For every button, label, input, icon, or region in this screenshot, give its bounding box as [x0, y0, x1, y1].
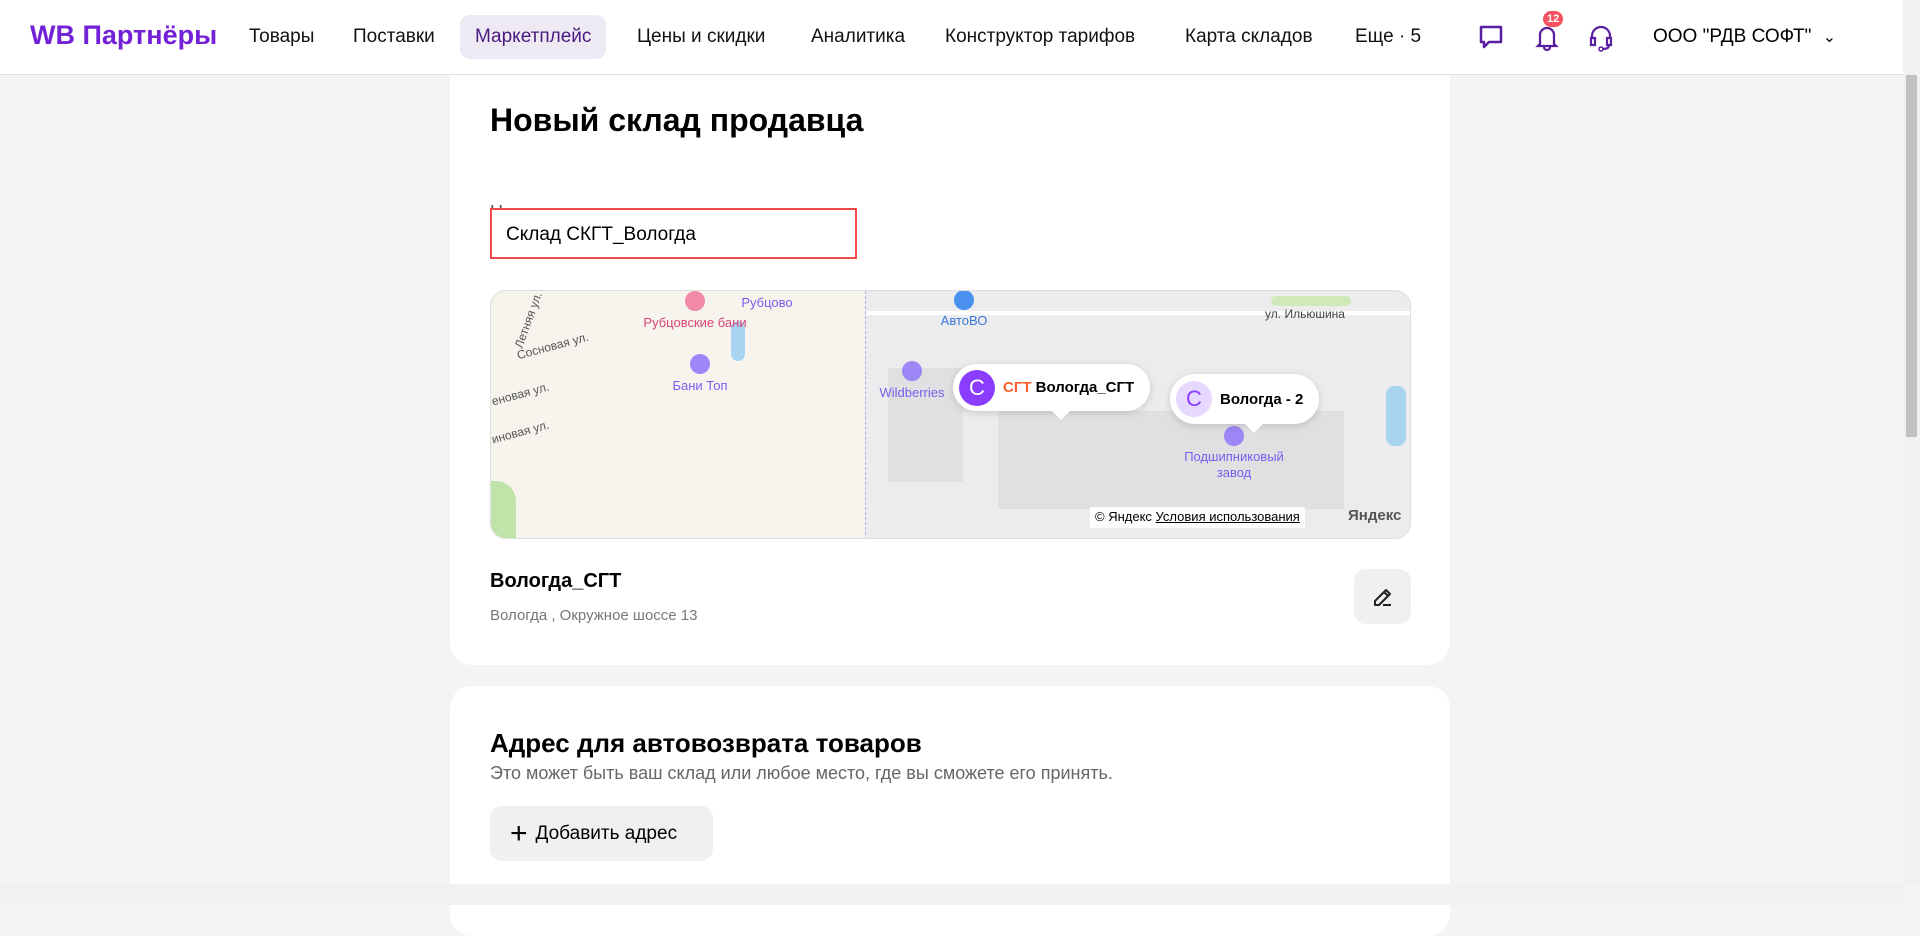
nav-products[interactable]: Товары [234, 15, 329, 59]
place-label[interactable]: Рубцовские бани [643, 315, 746, 330]
chat-icon[interactable] [1476, 22, 1506, 52]
street-label: ул. Ильюшина [1265, 307, 1345, 321]
plus-icon: + [510, 816, 528, 850]
boundary-line [865, 291, 866, 538]
copyright-text: © Яндекс [1095, 509, 1152, 524]
chevron-down-icon: ⌄ [1822, 29, 1837, 46]
nav-tariff-constructor[interactable]: Конструктор тарифов [930, 15, 1150, 59]
nav-supplies[interactable]: Поставки [338, 15, 450, 59]
marker-name: Вологда - 2 [1220, 390, 1304, 408]
top-header: WB Партнёры Товары Поставки Маркетплейс … [0, 0, 1903, 75]
place-label[interactable]: Подшипниковый [1184, 449, 1284, 464]
marker-avatar: С [959, 369, 995, 406]
nav-more[interactable]: Еще · 5 [1340, 15, 1436, 59]
place-pin-icon[interactable] [1224, 426, 1244, 446]
building [998, 411, 1344, 509]
horizontal-scrollbar[interactable] [0, 884, 1903, 905]
terms-link[interactable]: Условия использования [1156, 509, 1300, 524]
warehouse-name: Вологда_СГТ [490, 570, 622, 592]
warehouse-marker-sgt[interactable]: С СГТ Вологда_СГТ [953, 364, 1151, 420]
yandex-logo[interactable]: Яндекс [1348, 507, 1401, 524]
bath-icon[interactable] [685, 291, 705, 311]
support-headset-icon[interactable] [1586, 22, 1616, 52]
organization-selector[interactable]: ООО "РДВ СОФТ" ⌄ [1653, 26, 1836, 48]
edit-address-button[interactable] [1354, 569, 1411, 624]
page-title: Новый склад продавца [490, 102, 864, 138]
marker-prefix: СГТ [1003, 379, 1032, 396]
pond [1386, 386, 1406, 446]
section-subtitle: Это может быть ваш склад или любое место… [490, 763, 1113, 783]
park [491, 481, 516, 538]
warehouse-name-input[interactable]: Склад СКГТ_Вологда [490, 208, 857, 259]
org-name: ООО "РДВ СОФТ" [1653, 26, 1812, 47]
place-label[interactable]: Бани Топ [672, 378, 727, 393]
notification-badge: 12 [1543, 11, 1564, 27]
place-label[interactable]: завод [1217, 465, 1251, 480]
place-label[interactable]: Рубцово [741, 295, 792, 310]
car-icon[interactable] [954, 291, 974, 310]
new-warehouse-card: Новый склад продавца Название склада Скл… [450, 30, 1450, 665]
nav-marketplace[interactable]: Маркетплейс [460, 15, 607, 59]
place-label[interactable]: Wildberries [879, 385, 944, 400]
vertical-scrollbar[interactable] [1903, 0, 1920, 884]
add-address-button[interactable]: + Добавить адрес [490, 806, 713, 861]
scroll-thumb[interactable] [1906, 75, 1917, 437]
map[interactable]: Летняя ул. Сосновая ул. еновая ул. инова… [490, 290, 1411, 539]
map-copyright: © Яндекс Условия использования [1090, 507, 1305, 528]
briefcase-icon[interactable] [902, 361, 922, 381]
nav-warehouse-map[interactable]: Карта складов [1170, 15, 1328, 59]
marker-name: Вологда_СГТ [1035, 379, 1135, 396]
place-pin-icon[interactable] [690, 354, 710, 374]
nav-analytics[interactable]: Аналитика [796, 15, 920, 59]
marker-avatar: С [1176, 381, 1212, 417]
nav-prices[interactable]: Цены и скидки [622, 15, 780, 59]
warehouse-address: Вологда , Окружное шоссе 13 [490, 607, 698, 624]
logo[interactable]: WB Партнёры [30, 20, 217, 51]
warehouse-marker-vologda-2[interactable]: С Вологда - 2 [1170, 374, 1320, 433]
street-label: еновая ул. [490, 379, 551, 409]
pencil-icon [1373, 588, 1391, 606]
street-label: иновая ул. [490, 417, 551, 447]
park [1271, 296, 1351, 306]
section-title: Адрес для автовозврата товаров [490, 728, 922, 758]
add-address-label: Добавить адрес [535, 822, 678, 844]
place-label[interactable]: АвтоВО [941, 313, 988, 328]
